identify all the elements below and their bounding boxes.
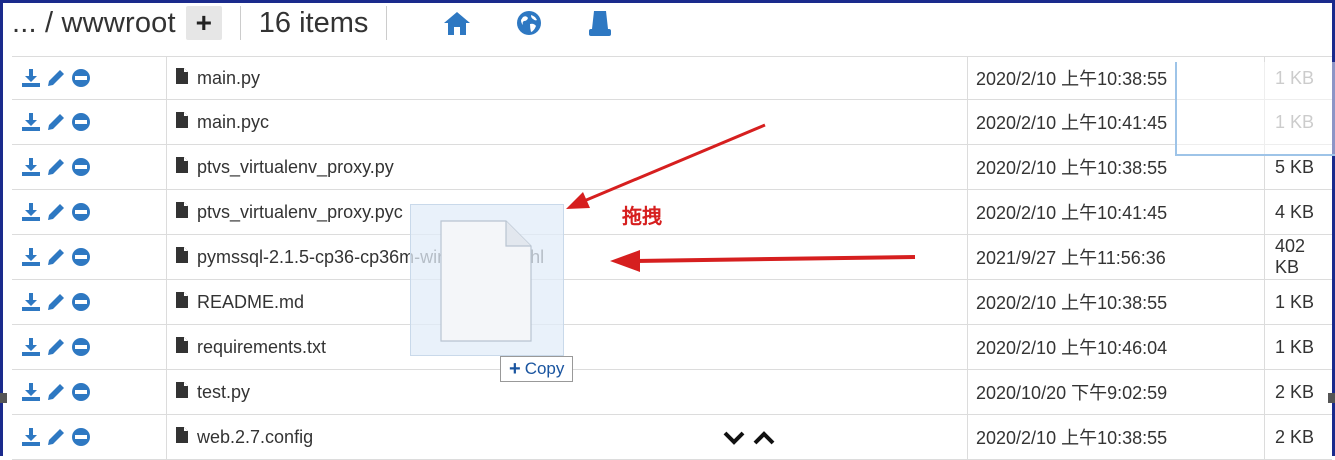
scroll-controls bbox=[722, 430, 776, 451]
resize-handle[interactable] bbox=[1328, 393, 1335, 403]
resize-handle[interactable] bbox=[0, 393, 7, 403]
annotation-arrows bbox=[566, 123, 916, 272]
chevron-up-icon[interactable] bbox=[752, 430, 776, 451]
arrow-to-ghost bbox=[583, 123, 766, 203]
arrowhead-icon bbox=[566, 192, 590, 209]
chevron-down-icon[interactable] bbox=[722, 430, 746, 451]
arrow-to-file bbox=[634, 255, 916, 263]
arrowhead-icon bbox=[610, 250, 640, 272]
